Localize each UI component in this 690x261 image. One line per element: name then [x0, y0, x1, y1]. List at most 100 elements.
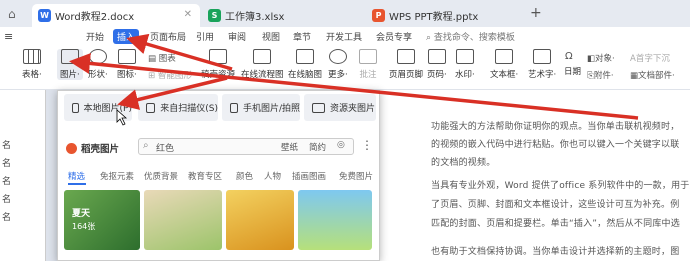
mindmap-button[interactable]: 在线脑图 — [288, 49, 322, 80]
phone-picture-button[interactable]: 手机图片/拍照 — [222, 94, 300, 121]
gallery-search-box[interactable]: ⌕ 红色 壁纸 简约 ◎ — [138, 138, 354, 155]
nav-item[interactable]: 名 — [2, 192, 11, 205]
menu-member[interactable]: 会员专享 — [376, 30, 412, 43]
tab-ppt[interactable]: P WPS PPT教程.pptx — [366, 4, 518, 27]
menu-reference[interactable]: 引用 — [196, 30, 214, 43]
local-picture-label: 本地图片(P) — [83, 104, 132, 114]
menu-view[interactable]: 视图 — [262, 30, 280, 43]
date-button[interactable]: 日期 — [564, 65, 581, 77]
nav-item[interactable]: 名 — [2, 174, 11, 187]
category-education[interactable]: 教育专区 — [188, 170, 222, 182]
picture-label: 图片· — [60, 70, 80, 80]
category-illustration[interactable]: 插画图画 — [292, 170, 326, 182]
flowchart-icon — [253, 49, 272, 64]
gallery-thumbnail[interactable] — [298, 190, 372, 250]
textbox-icon — [495, 49, 514, 64]
local-picture-button[interactable]: 本地图片(P) — [64, 94, 132, 121]
tag-wallpaper[interactable]: 壁纸 — [281, 141, 298, 153]
camera-icon[interactable]: ◎ — [337, 140, 345, 150]
hamburger-icon[interactable]: ≡ — [4, 30, 13, 43]
scanner-icon — [146, 102, 156, 113]
docer-logo-icon — [66, 142, 77, 154]
picture-icon — [72, 102, 79, 113]
more-options-icon[interactable]: ⋮ — [361, 138, 373, 152]
smart-graphic-label: 智能图形 — [157, 71, 192, 81]
picture-button[interactable]: 图片· — [57, 49, 83, 80]
navigation-pane: 名 名 名 名 名 — [0, 90, 46, 261]
comment-button[interactable]: 批注 — [359, 49, 377, 80]
scanner-button[interactable]: 来自扫描仪(S) — [138, 94, 218, 121]
tab-label: 工作簿3.xlsx — [225, 12, 285, 23]
object-button[interactable]: ◧对象· — [587, 52, 615, 64]
menu-home[interactable]: 开始 — [86, 30, 104, 43]
material-button[interactable]: 稿壳资源 — [201, 49, 235, 80]
phone-picture-label: 手机图片/拍照 — [242, 104, 300, 114]
tab-word-doc[interactable]: W Word教程2.docx ✕ — [32, 4, 200, 27]
art-text-button[interactable]: 艺术字· — [528, 49, 556, 80]
category-color[interactable]: 颜色 — [236, 170, 253, 182]
flowchart-button[interactable]: 在线流程图 — [241, 49, 284, 80]
category-people[interactable]: 人物 — [264, 170, 281, 182]
table-button[interactable]: 表格· — [22, 49, 42, 80]
page-number-button[interactable]: 页码· — [427, 49, 447, 80]
nav-item[interactable]: 名 — [2, 210, 11, 223]
table-icon — [22, 49, 41, 64]
more-button[interactable]: 更多· — [328, 49, 348, 80]
excel-icon: S — [208, 9, 221, 22]
watermark-icon — [455, 49, 474, 64]
more-icon — [328, 49, 347, 64]
category-free-picture[interactable]: 免费图片 — [339, 170, 373, 182]
textbox-button[interactable]: 文本框· — [490, 49, 518, 80]
comment-icon — [359, 49, 377, 64]
material-label: 稿壳资源 — [201, 70, 236, 80]
art-text-label: 艺术字· — [528, 70, 557, 80]
tab-bar: ⌂ W Word教程2.docx ✕ S 工作簿3.xlsx P WPS PPT… — [0, 0, 690, 27]
symbol-icon[interactable]: Ω — [565, 51, 573, 62]
nav-item[interactable]: 名 — [2, 138, 11, 151]
chart-label: 图表 — [158, 54, 176, 64]
resource-picture-button[interactable]: 资源夹图片 — [304, 94, 376, 121]
tab-excel[interactable]: S 工作簿3.xlsx — [202, 4, 364, 27]
menu-review[interactable]: 审阅 — [228, 30, 246, 43]
attachment-button[interactable]: ⎘附件· — [587, 69, 614, 81]
mindmap-label: 在线脑图 — [288, 70, 323, 80]
docer-gallery-header: 稻壳图片 — [66, 141, 119, 155]
doc-part-button[interactable]: ▦文档部件· — [630, 69, 675, 81]
scanner-label: 来自扫描仪(S) — [160, 104, 218, 114]
icon-label: 图标· — [117, 70, 137, 80]
close-icon[interactable]: ✕ — [184, 9, 192, 20]
category-free-element[interactable]: 免抠元素 — [100, 170, 134, 182]
doc-line: 也有助于文档保持协调。当你单击设计并选择新的主题时，图 — [431, 247, 680, 257]
tag-simple[interactable]: 简约 — [309, 141, 326, 153]
watermark-button[interactable]: 水印· — [455, 49, 475, 80]
gallery-thumbnail[interactable]: 夏天 164张 — [64, 190, 140, 250]
doc-line: 的视频的嵌入代码中进行粘贴。你也可以键入一个关键字以联 — [431, 140, 680, 150]
header-footer-button[interactable]: 页眉页脚 — [389, 49, 423, 80]
gallery-thumbnail[interactable] — [226, 190, 294, 250]
icon-button[interactable]: 图标· — [117, 49, 137, 80]
nav-item[interactable]: 名 — [2, 156, 11, 169]
search-command[interactable]: ⌕ 查找命令、搜索模板 — [426, 30, 515, 43]
comment-label: 批注 — [359, 70, 377, 80]
date-label: 日期 — [564, 67, 582, 77]
smart-graphic-button[interactable]: ⊞ 智能图形 — [148, 69, 192, 81]
gallery-thumbnail[interactable] — [144, 190, 222, 250]
chart-button[interactable]: ▤ 图表 — [148, 52, 176, 64]
shape-button[interactable]: 形状· — [88, 49, 108, 80]
thumb-count: 164张 — [72, 222, 96, 231]
table-label: 表格· — [22, 70, 42, 80]
menu-page-layout[interactable]: 页面布局 — [150, 30, 186, 43]
category-underline — [68, 183, 86, 185]
doc-line: 的文档的视频。 — [431, 158, 496, 168]
menu-insert[interactable]: 插入 — [113, 29, 140, 44]
home-icon[interactable]: ⌂ — [8, 7, 16, 21]
picture-icon — [60, 49, 79, 64]
new-tab-button[interactable]: + — [530, 5, 542, 21]
menu-dev-tools[interactable]: 开发工具 — [326, 30, 362, 43]
category-featured[interactable]: 精选 — [68, 170, 85, 182]
menu-section[interactable]: 章节 — [293, 30, 311, 43]
category-background[interactable]: 优质背景 — [144, 170, 178, 182]
first-drop-button[interactable]: A首字下沉 — [630, 52, 670, 64]
flowchart-label: 在线流程图 — [241, 70, 284, 80]
first-drop-label: 首字下沉 — [635, 54, 670, 64]
